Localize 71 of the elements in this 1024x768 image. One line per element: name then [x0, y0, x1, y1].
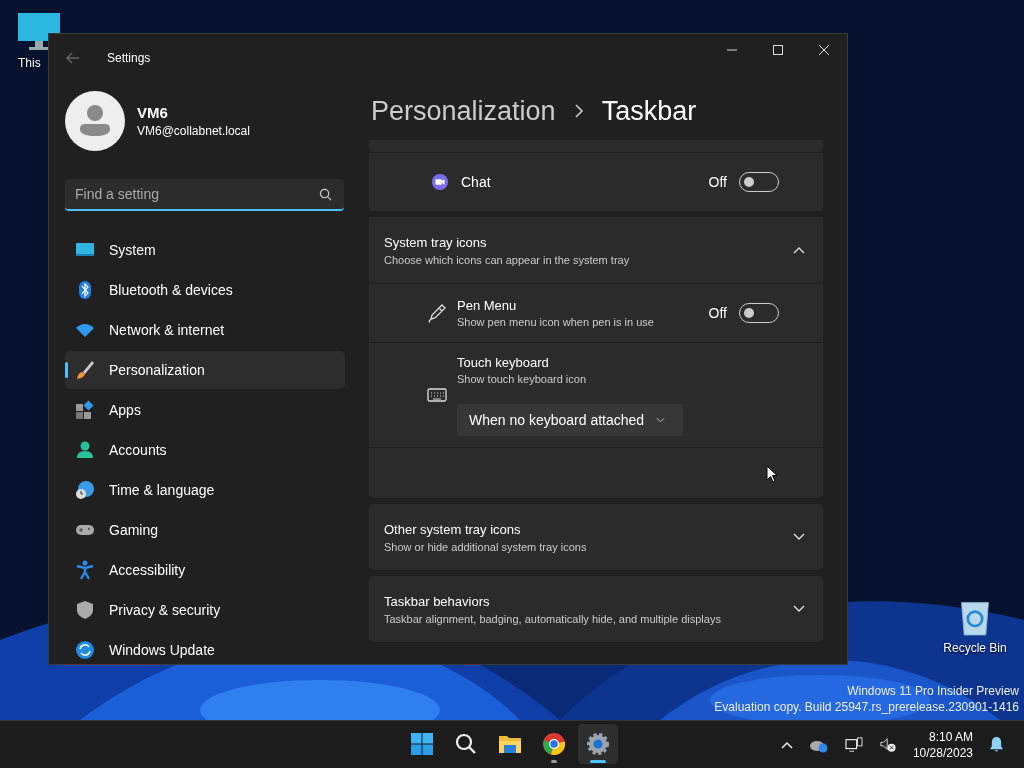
- nav-item[interactable]: Time & language: [65, 471, 345, 509]
- watermark-text: Windows 11 Pro Insider Preview: [847, 683, 1019, 699]
- user-email: VM6@collabnet.local: [137, 124, 250, 138]
- windows-logo-icon: [410, 732, 434, 756]
- search-icon: [454, 732, 478, 756]
- nav-item[interactable]: Apps: [65, 391, 345, 429]
- chevron-down-icon[interactable]: [793, 533, 805, 541]
- browser-icon: [542, 732, 566, 756]
- bell-icon[interactable]: [989, 736, 1004, 753]
- setting-description: Show pen menu icon when pen is in use: [457, 316, 654, 328]
- nav-item[interactable]: Personalization: [65, 351, 345, 389]
- globe-clock-icon: [75, 480, 95, 500]
- keyboard-icon: [427, 388, 447, 402]
- apps-icon: [75, 400, 95, 420]
- expander-header[interactable]: System tray icons Choose which icons can appear in the system tray: [369, 217, 823, 283]
- pen-icon: [427, 303, 447, 323]
- gear-icon: [586, 732, 610, 756]
- clock-date[interactable]: 10/28/2023: [912, 744, 973, 761]
- update-icon: [75, 640, 95, 660]
- taskbar-button[interactable]: [578, 724, 618, 764]
- search-icon: [319, 188, 332, 201]
- shield-icon: [75, 600, 95, 620]
- back-arrow-icon[interactable]: [65, 50, 81, 66]
- nav-item[interactable]: System: [65, 231, 345, 269]
- nav-item[interactable]: Bluetooth & devices: [65, 271, 345, 309]
- paintbrush-icon: [75, 360, 95, 380]
- window-title: Settings: [107, 51, 151, 65]
- expander-title: Taskbar behaviors: [384, 593, 491, 609]
- nav-item[interactable]: Network & internet: [65, 311, 345, 349]
- dropdown[interactable]: When no keyboard attached: [457, 403, 683, 436]
- search-field[interactable]: Find a setting: [65, 179, 344, 211]
- chevron-up-icon[interactable]: [780, 740, 793, 749]
- expander-header[interactable]: Taskbar behaviors Taskbar alignment, badging, automatically hide, and multiple displays: [369, 576, 823, 642]
- desktop-icon-label: This: [18, 56, 41, 70]
- breadcrumb-parent[interactable]: Personalization: [371, 95, 556, 127]
- close-icon: [818, 44, 830, 56]
- user-name: VM6: [137, 104, 169, 121]
- nav-item[interactable]: Windows Update: [65, 631, 345, 664]
- expander-description: Taskbar alignment, badging, automatically hide, and multiple displays: [384, 612, 721, 625]
- chevron-up-icon[interactable]: [793, 246, 805, 254]
- toggle-state-text: Off: [708, 305, 727, 321]
- expander-description: Choose which icons can appear in the system tray: [384, 253, 630, 266]
- nav-item[interactable]: Gaming: [65, 511, 345, 549]
- monitor-icon[interactable]: [17, 12, 61, 52]
- accessibility-icon: [75, 560, 95, 580]
- avatar-icon[interactable]: [65, 91, 125, 151]
- setting-description: Show touch keyboard icon: [457, 372, 588, 385]
- setting-label: Chat: [461, 174, 491, 190]
- toggle-state-text: Off: [708, 174, 727, 190]
- person-icon: [75, 440, 95, 460]
- network-icon[interactable]: [844, 736, 863, 753]
- maximize-icon: [772, 44, 784, 56]
- chevron-down-icon[interactable]: [793, 605, 805, 613]
- speaker-muted-icon[interactable]: [878, 736, 897, 753]
- setting-label: Touch keyboard: [457, 354, 550, 370]
- setting-label: Pen Menu: [457, 298, 518, 313]
- clock-time[interactable]: 8:10 AM: [928, 728, 973, 745]
- nav-item[interactable]: Accessibility: [65, 551, 345, 589]
- expander-title: System tray icons: [384, 234, 488, 250]
- caret-icon: [656, 416, 666, 423]
- watermark-text: Evaluation copy. Build 25947.rs_prerelease.230901-1416: [714, 699, 1019, 715]
- expander-header[interactable]: Other system tray icons Show or hide additional system tray icons: [369, 504, 823, 570]
- chat-icon: [431, 173, 449, 191]
- nav-item[interactable]: Privacy & security: [65, 591, 345, 629]
- expander-description: Show or hide additional system tray icons: [384, 540, 587, 553]
- mouse-pointer-icon: [766, 465, 778, 483]
- desktop-icon-label: Recycle Bin: [943, 641, 1007, 655]
- page-title: Taskbar: [601, 95, 697, 127]
- chevron-right-icon: [573, 104, 584, 118]
- expander-title: Other system tray icons: [384, 521, 522, 537]
- nav-item[interactable]: Accounts: [65, 431, 345, 469]
